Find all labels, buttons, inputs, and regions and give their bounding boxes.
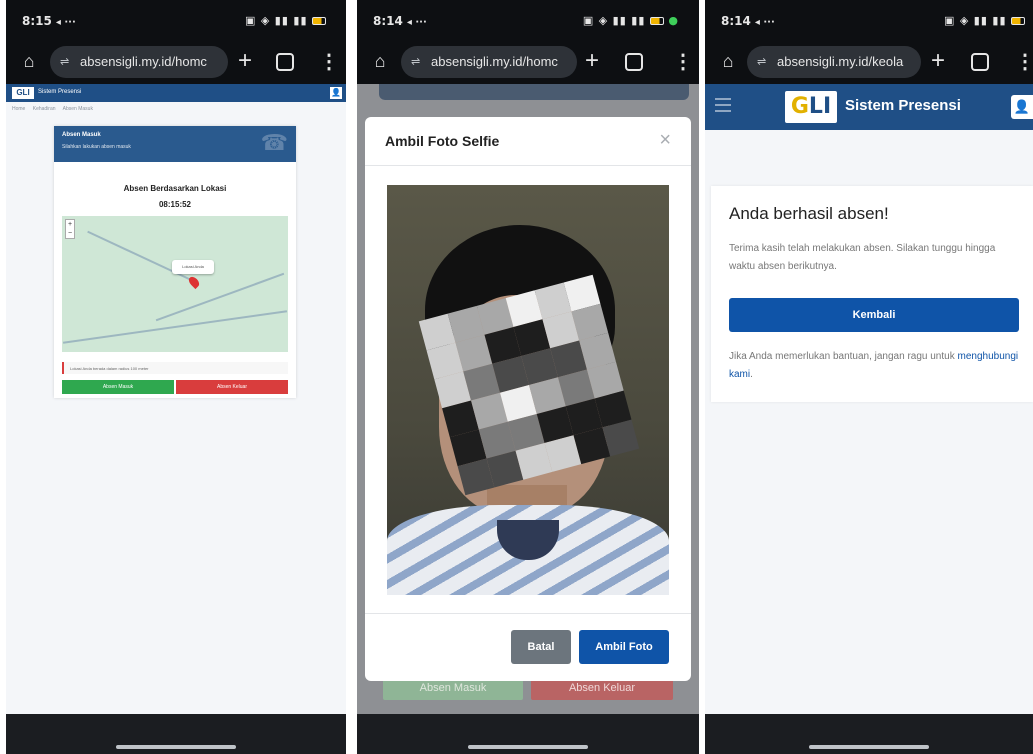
address-bar[interactable]: ⇌ absensigli.my.id/keola xyxy=(747,46,921,78)
status-time: 8:15 ◂ ··· xyxy=(22,14,76,28)
home-icon[interactable]: ⌂ xyxy=(369,50,391,72)
dimmed-card-header xyxy=(379,84,689,100)
zoom-out-button[interactable]: − xyxy=(66,229,74,238)
camera-preview xyxy=(387,185,669,595)
breadcrumb-item: Absen Masuk xyxy=(62,106,93,112)
browser-toolbar: ⌂ ⇌ absensigli.my.id/homc + ⋮ xyxy=(6,40,346,84)
attendance-card: Absen Masuk Silahkan lakukan absen masuk… xyxy=(54,126,296,398)
site-info-icon[interactable]: ⇌ xyxy=(60,46,69,78)
breadcrumb-item[interactable]: Home xyxy=(12,106,25,112)
menu-icon[interactable]: ⋮ xyxy=(319,48,339,76)
app-logo: GLI xyxy=(785,91,837,123)
app-header: GLI Sistem Presensi 👤 xyxy=(705,84,1033,130)
status-icons: ▣ ◈ ▮▮ ▮▮ xyxy=(245,14,326,27)
breadcrumb-item[interactable]: Kehadiran xyxy=(33,106,56,112)
new-tab-icon[interactable]: + xyxy=(238,46,252,76)
page-content: Absen Masuk Absen Keluar Ambil Foto Self… xyxy=(357,84,699,714)
location-info: Lokasi Anda berada dalam radius 100 mete… xyxy=(62,362,288,374)
card-header: Absen Masuk Silahkan lakukan absen masuk… xyxy=(54,126,296,162)
location-map[interactable]: + − Lokasi Anda xyxy=(62,216,288,352)
card-title: Absen Masuk xyxy=(62,132,101,138)
new-tab-icon[interactable]: + xyxy=(931,46,945,76)
status-time: 8:14 ◂ ··· xyxy=(721,14,775,28)
home-indicator[interactable] xyxy=(116,745,236,749)
tab-switcher-icon[interactable] xyxy=(276,53,294,71)
card-subtitle: Silahkan lakukan absen masuk xyxy=(62,144,131,150)
selfie-modal: Ambil Foto Selfie × Batal Ambil Foto xyxy=(365,117,691,681)
home-indicator[interactable] xyxy=(809,745,929,749)
success-card: Anda berhasil absen! Terima kasih telah … xyxy=(711,186,1033,402)
menu-icon[interactable]: ⋮ xyxy=(1015,48,1033,76)
status-icons: ▣ ◈ ▮▮ ▮▮ xyxy=(944,14,1025,27)
address-bar[interactable]: ⇌ absensigli.my.id/homc xyxy=(401,46,577,78)
page-content: GLI Sistem Presensi 👤 Anda berhasil abse… xyxy=(705,84,1033,714)
tab-switcher-icon[interactable] xyxy=(971,53,989,71)
home-indicator[interactable] xyxy=(468,745,588,749)
zoom-in-button[interactable]: + xyxy=(66,220,74,229)
address-bar[interactable]: ⇌ absensigli.my.id/homc xyxy=(50,46,228,78)
success-heading: Anda berhasil absen! xyxy=(729,204,889,223)
phone-icon: ☎ xyxy=(260,130,288,155)
status-time: 8:14 ◂ ··· xyxy=(373,14,427,28)
phone-screen-1: 8:15 ◂ ··· ▣ ◈ ▮▮ ▮▮ ⌂ ⇌ absensigli.my.id… xyxy=(6,0,346,754)
cancel-button[interactable]: Batal xyxy=(511,630,571,664)
user-icon[interactable]: 👤 xyxy=(1011,95,1033,119)
tab-switcher-icon[interactable] xyxy=(625,53,643,71)
back-button[interactable]: Kembali xyxy=(729,298,1019,332)
check-in-button[interactable]: Absen Masuk xyxy=(62,380,174,394)
location-marker-icon[interactable] xyxy=(186,274,202,290)
app-header: GLI Sistem Presensi 👤 xyxy=(6,84,346,102)
home-icon[interactable]: ⌂ xyxy=(18,50,40,72)
breadcrumb: Home Kehadiran Absen Masuk xyxy=(12,106,99,112)
app-logo: GLI xyxy=(12,87,34,99)
site-info-icon[interactable]: ⇌ xyxy=(411,46,420,78)
status-icons: ▣ ◈ ▮▮ ▮▮ ● xyxy=(582,14,679,27)
help-text: Jika Anda memerlukan bantuan, jangan rag… xyxy=(729,351,1019,380)
user-icon[interactable]: 👤 xyxy=(330,87,342,99)
app-title: Sistem Presensi xyxy=(845,97,961,114)
gesture-bar xyxy=(6,714,346,754)
gesture-bar xyxy=(357,714,699,754)
browser-toolbar: ⌂ ⇌ absensigli.my.id/keola + ⋮ xyxy=(705,40,1033,84)
hamburger-menu-icon[interactable] xyxy=(715,98,731,116)
check-out-button[interactable]: Absen Keluar xyxy=(176,380,288,394)
modal-title: Ambil Foto Selfie xyxy=(385,133,500,149)
clock: 08:15:52 xyxy=(158,200,192,209)
take-photo-button[interactable]: Ambil Foto xyxy=(579,630,669,664)
phone-screen-3: 8:14 ◂ ··· ▣ ◈ ▮▮ ▮▮ ⌂ ⇌ absensigli.my.id… xyxy=(705,0,1033,754)
status-bar: 8:15 ◂ ··· ▣ ◈ ▮▮ ▮▮ xyxy=(6,0,346,40)
status-bar: 8:14 ◂ ··· ▣ ◈ ▮▮ ▮▮ xyxy=(705,0,1033,40)
site-info-icon[interactable]: ⇌ xyxy=(757,46,766,78)
map-popup: Lokasi Anda xyxy=(172,260,214,274)
browser-toolbar: ⌂ ⇌ absensigli.my.id/homc + ⋮ xyxy=(357,40,699,84)
map-zoom-control[interactable]: + − xyxy=(65,219,75,239)
success-message: Terima kasih telah melakukan absen. Sila… xyxy=(729,243,996,272)
gesture-bar xyxy=(705,714,1033,754)
close-icon[interactable]: × xyxy=(659,129,671,152)
phone-screen-2: 8:14 ◂ ··· ▣ ◈ ▮▮ ▮▮ ● ⌂ ⇌ absensigli.my.… xyxy=(357,0,699,754)
location-title: Absen Berdasarkan Lokasi xyxy=(123,184,227,193)
app-title: Sistem Presensi xyxy=(38,89,82,95)
home-icon[interactable]: ⌂ xyxy=(717,50,739,72)
page-content: GLI Sistem Presensi 👤 Home Kehadiran Abs… xyxy=(6,84,346,714)
status-bar: 8:14 ◂ ··· ▣ ◈ ▮▮ ▮▮ ● xyxy=(357,0,699,40)
new-tab-icon[interactable]: + xyxy=(585,46,599,76)
menu-icon[interactable]: ⋮ xyxy=(673,48,693,76)
